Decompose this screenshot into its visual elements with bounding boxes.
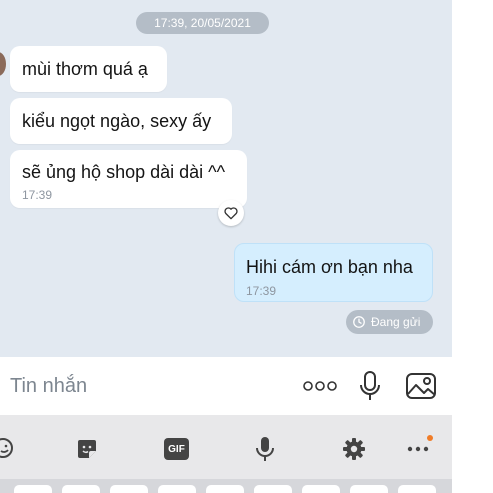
keyboard-key[interactable] [350,485,388,493]
status-text: Đang gửi [371,315,421,329]
microphone-icon[interactable] [356,369,384,403]
react-heart-button[interactable] [218,200,244,226]
keyboard-key[interactable] [14,485,52,493]
message-text: sẽ ủng hộ shop dài dài ^^ [22,162,226,182]
message-time: 17:39 [246,284,277,298]
sending-status-badge: Đang gửi [346,310,433,334]
keyboard-key[interactable] [398,485,436,493]
keyboard-toolbar: GIF [0,415,452,479]
gif-icon[interactable]: GIF [164,438,189,460]
composer-bar: Tin nhắn [0,357,452,415]
side-margin [452,0,493,493]
more-options-icon[interactable] [302,375,338,397]
message-text: Hihi cám ơn bạn nha [246,257,413,277]
keyboard-key[interactable] [254,485,292,493]
date-separator: 17:39, 20/05/2021 [136,12,269,34]
keyboard-key[interactable] [62,485,100,493]
message-input[interactable]: Tin nhắn [10,375,87,398]
keyboard-key[interactable] [302,485,340,493]
message-text: kiểu ngọt ngào, sexy ấy [22,111,212,131]
keyboard-key[interactable] [158,485,196,493]
incoming-message-2[interactable]: kiểu ngọt ngào, sexy ấy [10,98,232,144]
message-text: mùi thơm quá ạ [22,59,148,79]
avatar[interactable] [0,52,6,76]
heart-icon [224,207,238,220]
more-icon[interactable] [406,443,430,455]
clock-icon [353,316,365,328]
incoming-message-1[interactable]: mùi thơm quá ạ [10,46,167,92]
sticker-icon[interactable] [74,436,100,462]
keyboard-key[interactable] [110,485,148,493]
keyboard-keys-row [0,479,452,493]
image-icon[interactable] [404,371,438,401]
message-time: 17:39 [22,188,53,202]
notification-dot [427,435,433,441]
emoji-icon[interactable] [0,437,14,459]
settings-icon[interactable] [342,437,366,461]
chat-area[interactable]: 17:39, 20/05/2021 mùi thơm quá ạ kiểu ng… [0,0,452,357]
gif-label: GIF [168,443,185,455]
voice-input-icon[interactable] [254,435,276,463]
incoming-message-3[interactable]: sẽ ủng hộ shop dài dài ^^ 17:39 [10,150,247,208]
outgoing-message[interactable]: Hihi cám ơn bạn nha 17:39 [234,243,433,302]
keyboard-key[interactable] [206,485,244,493]
